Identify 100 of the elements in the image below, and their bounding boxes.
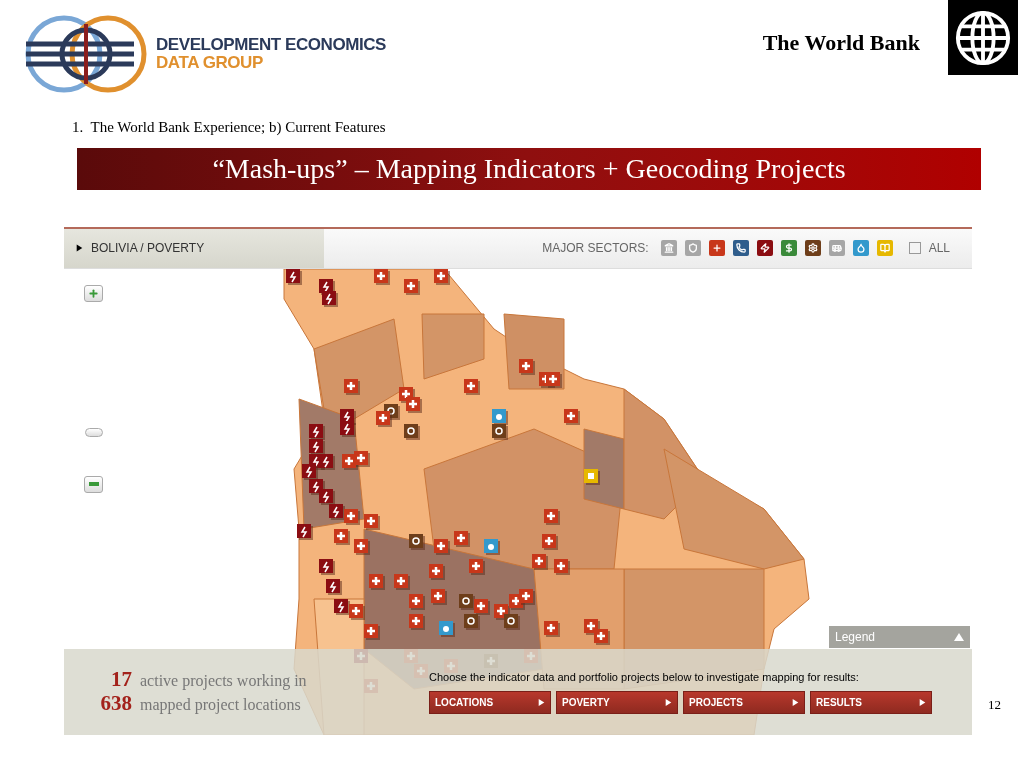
project-marker[interactable] — [286, 268, 302, 285]
project-marker[interactable] — [344, 378, 360, 395]
organization-name: The World Bank — [762, 29, 920, 57]
zoom-out-button[interactable] — [84, 475, 103, 493]
project-marker[interactable] — [584, 468, 600, 485]
project-marker[interactable] — [459, 593, 475, 610]
project-marker[interactable] — [532, 553, 548, 570]
indicator-button[interactable]: POVERTY — [556, 691, 678, 715]
project-marker[interactable] — [364, 623, 380, 640]
project-marker[interactable] — [329, 503, 345, 520]
project-marker[interactable] — [404, 278, 420, 295]
sector-button[interactable] — [780, 240, 797, 256]
project-marker[interactable] — [374, 268, 390, 285]
collapse-triangle-icon — [954, 632, 964, 641]
sector-button[interactable] — [804, 240, 821, 256]
project-marker[interactable] — [431, 588, 447, 605]
project-marker[interactable] — [544, 620, 560, 637]
play-triangle-icon — [919, 698, 926, 708]
project-marker[interactable] — [334, 528, 350, 545]
project-marker[interactable] — [309, 438, 325, 455]
sector-button[interactable] — [732, 240, 749, 256]
project-marker[interactable] — [492, 423, 508, 440]
project-marker[interactable] — [340, 420, 356, 437]
project-marker[interactable] — [354, 450, 370, 467]
landmark-icon — [663, 243, 674, 253]
project-marker[interactable] — [349, 603, 365, 620]
play-triangle-icon — [665, 698, 672, 708]
project-marker[interactable] — [322, 290, 338, 307]
project-marker[interactable] — [434, 268, 450, 285]
plus-icon — [711, 243, 722, 253]
zoom-in-button[interactable] — [84, 284, 103, 302]
indicator-button[interactable]: PROJECTS — [683, 691, 805, 715]
logo-text: DEVELOPMENT ECONOMICS — [156, 36, 387, 54]
project-marker[interactable] — [309, 423, 325, 440]
project-marker[interactable] — [564, 408, 580, 425]
indicator-button[interactable]: LOCATIONS — [429, 691, 551, 715]
project-marker[interactable] — [354, 538, 370, 555]
project-marker[interactable] — [594, 628, 610, 645]
project-marker[interactable] — [404, 423, 420, 440]
project-marker[interactable] — [406, 396, 422, 413]
project-marker[interactable] — [544, 508, 560, 525]
project-marker[interactable] — [434, 538, 450, 555]
drop-icon — [855, 243, 866, 253]
zoom-slider-thumb[interactable] — [85, 427, 103, 437]
all-checkbox[interactable] — [908, 242, 921, 254]
bus-icon — [831, 243, 842, 253]
project-marker[interactable] — [334, 598, 350, 615]
legend-label: Legend — [835, 628, 876, 646]
project-marker[interactable] — [429, 563, 445, 580]
project-marker[interactable] — [454, 530, 470, 547]
gear-icon — [807, 243, 818, 253]
project-marker[interactable] — [394, 573, 410, 590]
stat-label: active projects working in — [140, 670, 307, 692]
project-marker[interactable] — [542, 533, 558, 550]
project-marker[interactable] — [344, 508, 360, 525]
play-triangle-icon — [792, 698, 799, 708]
project-marker[interactable] — [546, 371, 562, 388]
breadcrumb-text: BOLIVIA / POVERTY — [91, 240, 205, 257]
sector-button[interactable] — [708, 240, 725, 256]
project-marker[interactable] — [519, 358, 535, 375]
project-marker[interactable] — [326, 578, 342, 595]
title-banner: “Mash-ups” – Mapping Indicators + Geocoding Projects — [77, 147, 981, 190]
indicator-button[interactable]: RESULTS — [810, 691, 932, 715]
project-marker[interactable] — [519, 588, 535, 605]
project-marker[interactable] — [319, 558, 335, 575]
project-marker[interactable] — [484, 538, 500, 555]
book-icon — [879, 243, 890, 253]
phone-icon — [735, 243, 746, 253]
project-marker[interactable] — [319, 453, 335, 470]
stat-label: mapped project locations — [140, 694, 301, 716]
plus-icon — [88, 287, 99, 299]
project-marker[interactable] — [492, 408, 508, 425]
page-number: 12 — [988, 696, 1001, 714]
sector-button[interactable] — [756, 240, 773, 256]
bolt-icon — [759, 243, 770, 253]
minus-icon — [88, 482, 99, 486]
instruction-text: Choose the indicator data and portfolio projects below to investigate mapping for results: — [429, 669, 860, 685]
sectors-label: MAJOR SECTORS: — [542, 240, 649, 257]
project-marker[interactable] — [409, 533, 425, 550]
stat-number: 638 — [99, 691, 132, 714]
project-marker[interactable] — [364, 513, 380, 530]
project-marker[interactable] — [319, 488, 335, 505]
project-marker[interactable] — [409, 613, 425, 630]
project-marker[interactable] — [464, 613, 480, 630]
project-marker[interactable] — [297, 523, 313, 540]
project-marker[interactable] — [376, 410, 392, 427]
logo-text: DATA GROUP — [156, 54, 264, 72]
project-marker[interactable] — [554, 558, 570, 575]
expand-triangle-icon — [76, 244, 83, 252]
project-marker[interactable] — [504, 613, 520, 630]
stat-number: 17 — [110, 667, 132, 690]
breadcrumb-bar[interactable]: BOLIVIA / POVERTY — [64, 228, 324, 268]
project-marker[interactable] — [474, 598, 490, 615]
project-marker[interactable] — [464, 378, 480, 395]
project-marker[interactable] — [469, 558, 485, 575]
project-marker[interactable] — [439, 620, 455, 637]
project-marker[interactable] — [302, 463, 318, 480]
play-triangle-icon — [538, 698, 545, 708]
project-marker[interactable] — [369, 573, 385, 590]
project-marker[interactable] — [409, 593, 425, 610]
